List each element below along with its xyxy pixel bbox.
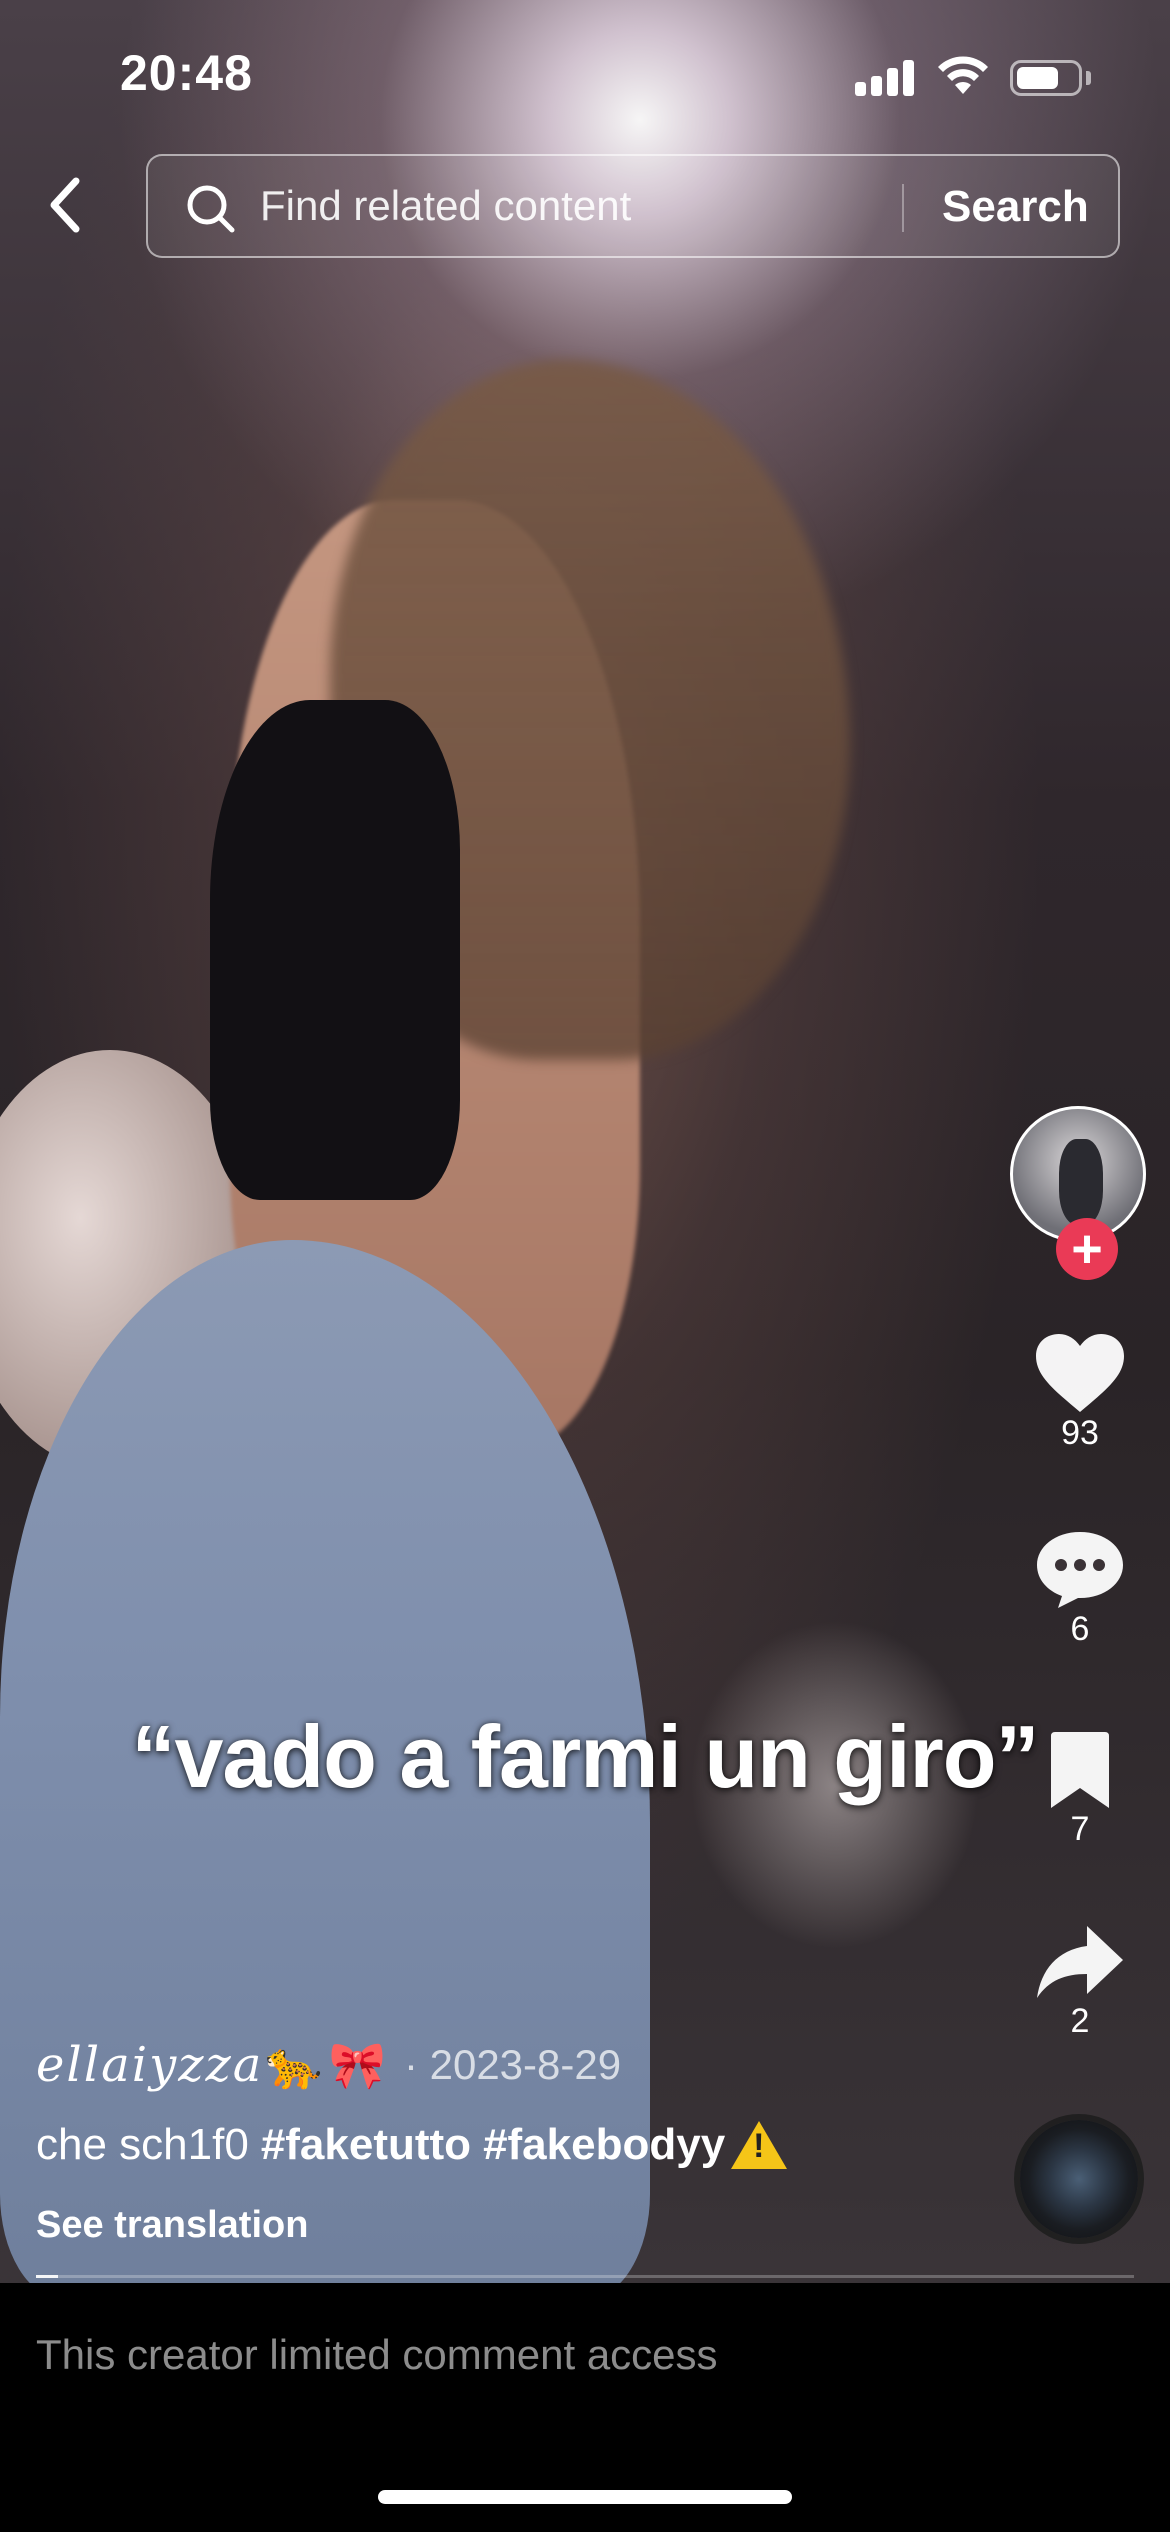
- battery-tip: [1086, 71, 1091, 85]
- search-button[interactable]: Search: [942, 182, 1089, 232]
- like-button[interactable]: 93: [1000, 1332, 1160, 1453]
- hashtag-link[interactable]: #faketutto: [261, 2120, 471, 2170]
- follow-button[interactable]: +: [1056, 1218, 1118, 1280]
- status-bar: 20:48: [0, 0, 1170, 150]
- video-player[interactable]: [0, 0, 1170, 2283]
- search-bar[interactable]: Find related content Search: [146, 154, 1120, 258]
- description-text: che sch1f0: [36, 2120, 249, 2169]
- hashtag-link[interactable]: #fakebodyy: [483, 2120, 725, 2170]
- status-time: 20:48: [120, 45, 253, 101]
- comment-restriction-text: This creator limited comment access: [36, 2331, 718, 2378]
- comment-icon: [1037, 1532, 1123, 1608]
- video-progress-bar[interactable]: [36, 2275, 1134, 2278]
- leopard-emoji-icon: 🐆: [265, 2038, 323, 2091]
- comment-count: 6: [1070, 1610, 1090, 1648]
- ribbon-emoji-icon: 🎀: [328, 2038, 386, 2091]
- avatar-image: [1059, 1139, 1103, 1225]
- video-scene-top: [210, 700, 460, 1200]
- video-progress-fill: [36, 2275, 58, 2278]
- post-date: · 2023-8-29: [403, 2041, 622, 2088]
- search-divider: [902, 184, 904, 232]
- warning-icon: [731, 2121, 788, 2169]
- see-translation-link[interactable]: See translation: [36, 2204, 308, 2247]
- wifi-icon: [938, 56, 988, 94]
- author-row: ellaiyzza 🐆 🎀 · 2023-8-29: [36, 2030, 621, 2100]
- search-icon: [187, 185, 235, 233]
- share-icon: [1037, 1926, 1123, 1998]
- back-button[interactable]: [36, 170, 96, 240]
- creator-avatar-group[interactable]: +: [1010, 1106, 1146, 1280]
- home-indicator[interactable]: [378, 2490, 792, 2504]
- bookmark-icon: [1051, 1732, 1109, 1808]
- author-username[interactable]: ellaiyzza: [36, 2037, 263, 2093]
- video-caption-overlay: “vado a farmi un giro”: [131, 1707, 1039, 1806]
- battery-level: [1017, 67, 1058, 89]
- like-count: 93: [1061, 1414, 1099, 1452]
- share-count: 2: [1070, 2002, 1090, 2040]
- comment-button[interactable]: 6: [1000, 1528, 1160, 1649]
- heart-icon: [1036, 1334, 1124, 1412]
- bookmark-button[interactable]: 7: [1000, 1730, 1160, 1849]
- battery-icon: [1010, 60, 1082, 96]
- cellular-signal-icon: [855, 58, 915, 96]
- music-disc-icon[interactable]: [1020, 2120, 1138, 2238]
- bookmark-count: 7: [1070, 1810, 1090, 1848]
- share-button[interactable]: 2: [1000, 1922, 1160, 2041]
- post-description: che sch1f0 #faketutto #fakebodyy: [36, 2120, 788, 2170]
- search-input[interactable]: Find related content: [260, 182, 631, 230]
- chevron-left-icon: [50, 177, 80, 233]
